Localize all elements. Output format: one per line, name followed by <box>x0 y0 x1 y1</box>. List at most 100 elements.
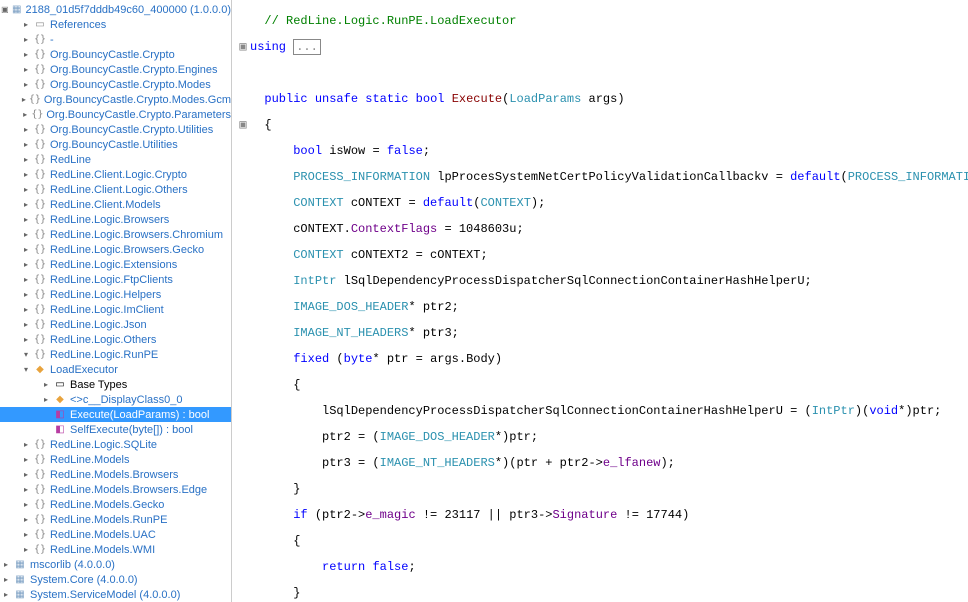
expand-icon[interactable]: ▸ <box>20 514 32 526</box>
expand-icon[interactable]: ▸ <box>20 469 32 481</box>
expand-icon[interactable]: ▸ <box>20 274 32 286</box>
expand-icon[interactable]: ▸ <box>20 484 32 496</box>
tree-namespace[interactable]: ▸RedLine.Client.Logic.Crypto <box>0 167 231 182</box>
tree-namespace[interactable]: ▸RedLine.Logic.Extensions <box>0 257 231 272</box>
expand-icon[interactable]: ▸ <box>20 289 32 301</box>
expand-icon[interactable]: ▸ <box>20 169 32 181</box>
namespace-icon <box>33 153 47 167</box>
expand-icon[interactable]: ▸ <box>20 109 30 121</box>
expand-icon[interactable]: ▸ <box>40 379 52 391</box>
ns-label: Org.BouncyCastle.Crypto.Modes <box>50 79 211 91</box>
expand-icon[interactable]: ▸ <box>20 154 32 166</box>
tree-namespace[interactable]: ▸ Org.BouncyCastle.Crypto <box>0 47 231 62</box>
expand-icon[interactable]: ▸ <box>20 214 32 226</box>
tree-namespace[interactable]: ▸RedLine.Logic.Json <box>0 317 231 332</box>
code-line: cONTEXT.ContextFlags = 1048603u; <box>236 223 968 236</box>
tree-namespace[interactable]: ▸RedLine.Client.Logic.Others <box>0 182 231 197</box>
tree-displayclass[interactable]: ▸◆<>c__DisplayClass0_0 <box>0 392 231 407</box>
tree-namespace[interactable]: ▸ Org.BouncyCastle.Crypto.Modes <box>0 77 231 92</box>
tree-namespace[interactable]: ▸Org.BouncyCastle.Crypto.Engines <box>0 62 231 77</box>
expand-icon[interactable]: ▸ <box>0 589 12 601</box>
tree-references[interactable]: ▸▭References <box>0 17 231 32</box>
fold-icon[interactable]: ▣ <box>236 41 250 54</box>
tree-namespace[interactable]: ▸RedLine.Models.Browsers <box>0 467 231 482</box>
expand-icon[interactable]: ▸ <box>20 34 32 46</box>
tree-method-execute[interactable]: ◧Execute(LoadParams) : bool <box>0 407 231 422</box>
tree-basetypes[interactable]: ▸▭Base Types <box>0 377 231 392</box>
ns-label: Org.BouncyCastle.Crypto.Utilities <box>50 124 213 136</box>
tree-assembly[interactable]: ▸▦System.Core (4.0.0.0) <box>0 572 231 587</box>
tree-namespace[interactable]: ▸RedLine.Client.Models <box>0 197 231 212</box>
expand-icon[interactable]: ▸ <box>20 259 32 271</box>
tree-namespace[interactable]: ▸RedLine.Logic.FtpClients <box>0 272 231 287</box>
expand-icon[interactable]: ▸ <box>20 199 32 211</box>
namespace-icon <box>33 183 47 197</box>
ns-label: RedLine.Models.WMI <box>50 544 155 556</box>
expand-icon[interactable]: ▸ <box>20 244 32 256</box>
expand-icon[interactable]: ▸ <box>0 574 12 586</box>
expand-icon[interactable]: ▸ <box>20 94 28 106</box>
tree-namespace[interactable]: ▸RedLine.Logic.Browsers.Gecko <box>0 242 231 257</box>
tree-namespace[interactable]: ▾RedLine.Logic.RunPE <box>0 347 231 362</box>
collapse-icon[interactable]: ▣ <box>0 4 10 16</box>
tree-namespace[interactable]: ▸RedLine.Logic.SQLite <box>0 437 231 452</box>
tree-namespace[interactable]: ▸Org.BouncyCastle.Crypto.Modes.Gcm <box>0 92 231 107</box>
expand-icon[interactable]: ▸ <box>20 229 32 241</box>
class-icon: ◆ <box>53 393 67 407</box>
folder-icon: ▭ <box>53 378 67 392</box>
tree-namespace[interactable]: ▸Org.BouncyCastle.Crypto.Parameters <box>0 107 231 122</box>
code-line: ptr3 = (IMAGE_NT_HEADERS*)(ptr + ptr2->e… <box>236 457 968 470</box>
tree-class-loadexecutor[interactable]: ▾◆LoadExecutor <box>0 362 231 377</box>
expand-icon[interactable]: ▸ <box>20 184 32 196</box>
tree-method-selfexecute[interactable]: ◧SelfExecute(byte[]) : bool <box>0 422 231 437</box>
tree-namespace[interactable]: ▸RedLine.Logic.Browsers <box>0 212 231 227</box>
assembly-tree[interactable]: ▣▦2188_01d5f7dddb49c60_400000 (1.0.0.0) … <box>0 0 232 602</box>
expand-icon[interactable]: ▸ <box>20 304 32 316</box>
tree-namespace[interactable]: ▸Org.BouncyCastle.Utilities <box>0 137 231 152</box>
tree-namespace[interactable]: ▸ Org.BouncyCastle.Crypto.Utilities <box>0 122 231 137</box>
expand-icon[interactable]: ▸ <box>20 454 32 466</box>
tree-namespace[interactable]: ▸RedLine.Models.Gecko <box>0 497 231 512</box>
code-line: PROCESS_INFORMATION lpProcesSystemNetCer… <box>236 171 968 184</box>
expand-icon[interactable]: ▸ <box>20 499 32 511</box>
ns-label: Org.BouncyCastle.Crypto <box>50 49 175 61</box>
tree-root[interactable]: ▣▦2188_01d5f7dddb49c60_400000 (1.0.0.0) <box>0 2 231 17</box>
assembly-icon: ▦ <box>13 588 27 602</box>
tree-namespace[interactable]: ▸ RedLine.Models.WMI <box>0 542 231 557</box>
expand-icon[interactable]: ▸ <box>20 544 32 556</box>
expand-icon[interactable]: ▸ <box>20 139 32 151</box>
expand-icon[interactable]: ▸ <box>40 394 52 406</box>
tree-namespace[interactable]: ▸RedLine.Models <box>0 452 231 467</box>
ns-label: RedLine.Logic.Helpers <box>50 289 161 301</box>
expand-icon[interactable]: ▸ <box>20 439 32 451</box>
namespace-icon <box>33 63 47 77</box>
tree-namespace[interactable]: ▸ RedLine.Logic.Helpers <box>0 287 231 302</box>
expand-icon[interactable]: ▸ <box>20 334 32 346</box>
tree-namespace[interactable]: ▸RedLine.Logic.Others <box>0 332 231 347</box>
expand-icon[interactable]: ▸ <box>20 19 32 31</box>
namespace-icon <box>33 453 47 467</box>
expand-icon[interactable]: ▸ <box>20 124 32 136</box>
tree-assembly[interactable]: ▸▦mscorlib (4.0.0.0) <box>0 557 231 572</box>
tree-namespace[interactable]: ▸RedLine.Logic.ImClient <box>0 302 231 317</box>
asm-label: mscorlib (4.0.0.0) <box>30 559 115 571</box>
tree-dash[interactable]: ▸- <box>0 32 231 47</box>
code-editor[interactable]: // RedLine.Logic.RunPE.LoadExecutor ▣usi… <box>232 0 968 602</box>
tree-namespace[interactable]: ▸RedLine.Models.Browsers.Edge <box>0 482 231 497</box>
collapse-icon[interactable]: ▾ <box>20 364 32 376</box>
expand-icon[interactable]: ▾ <box>20 349 32 361</box>
fold-icon[interactable]: ▣ <box>236 119 250 132</box>
namespace-icon <box>33 528 47 542</box>
tree-assembly[interactable]: ▸▦System.ServiceModel (4.0.0.0) <box>0 587 231 602</box>
expand-icon[interactable]: ▸ <box>20 64 32 76</box>
namespace-icon <box>33 168 47 182</box>
expand-icon[interactable]: ▸ <box>20 49 32 61</box>
tree-namespace[interactable]: ▸RedLine <box>0 152 231 167</box>
expand-icon[interactable]: ▸ <box>0 559 12 571</box>
tree-namespace[interactable]: ▸RedLine.Models.UAC <box>0 527 231 542</box>
expand-icon[interactable]: ▸ <box>20 319 32 331</box>
expand-icon[interactable]: ▸ <box>20 79 32 91</box>
expand-icon[interactable]: ▸ <box>20 529 32 541</box>
tree-namespace[interactable]: ▸RedLine.Models.RunPE <box>0 512 231 527</box>
tree-namespace[interactable]: ▸RedLine.Logic.Browsers.Chromium <box>0 227 231 242</box>
